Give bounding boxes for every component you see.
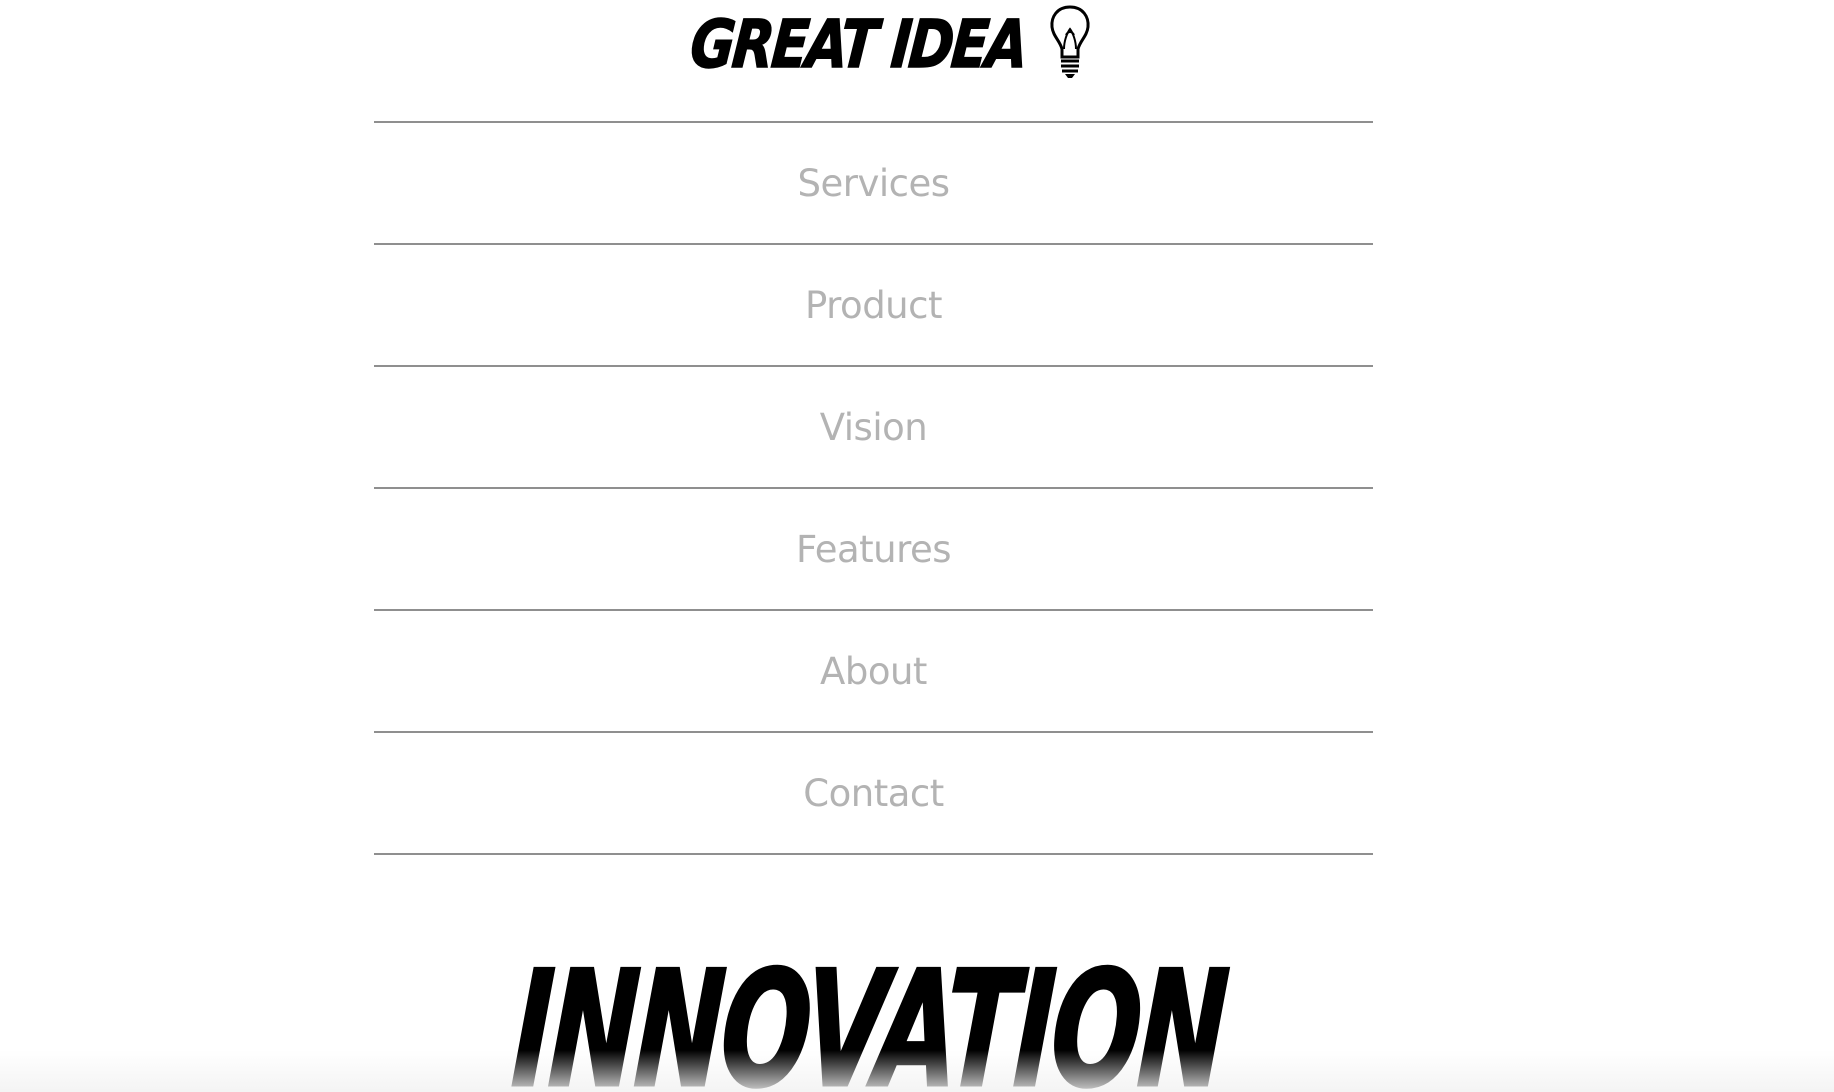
nav-list: Services Product Vision Features About C… [374, 121, 1373, 855]
nav-item-contact[interactable]: Contact [374, 733, 1373, 855]
nav-item-label: About [820, 649, 927, 693]
logo-text: GREAT IDEA [687, 5, 1030, 83]
nav-item-label: Services [797, 161, 950, 205]
logo-link[interactable]: GREAT IDEA [0, 4, 1748, 84]
nav-item-vision[interactable]: Vision [374, 367, 1373, 489]
nav-item-label: Vision [819, 405, 928, 449]
nav-item-about[interactable]: About [374, 611, 1373, 733]
nav-item-label: Product [805, 283, 942, 327]
nav-item-features[interactable]: Features [374, 489, 1373, 611]
nav-item-label: Features [795, 527, 952, 571]
nav-item-product[interactable]: Product [374, 245, 1373, 367]
lightbulb-icon [1050, 4, 1090, 78]
nav-item-services[interactable]: Services [374, 123, 1373, 245]
hero-section: INNOVATION [0, 935, 1748, 1092]
nav-item-label: Contact [803, 771, 944, 815]
hero-title: INNOVATION [507, 935, 1232, 1092]
